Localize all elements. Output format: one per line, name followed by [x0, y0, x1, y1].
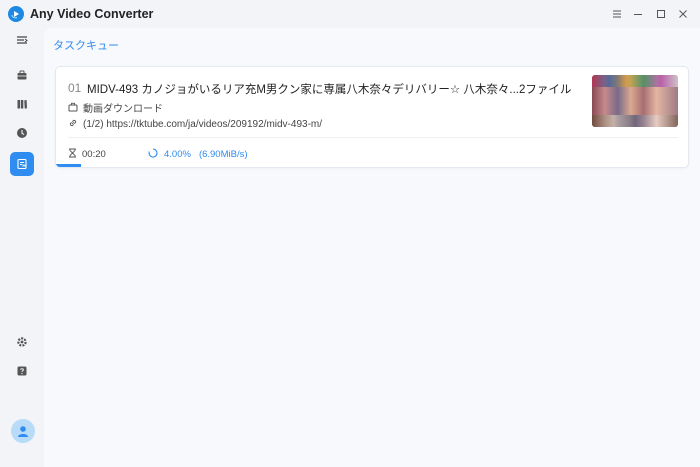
- progress-percent: 4.00%: [164, 148, 191, 160]
- spinner-icon: [148, 147, 158, 161]
- sidebar: [0, 28, 44, 467]
- link-icon: [68, 117, 78, 131]
- task-card[interactable]: 01 MIDV-493 カノジョがいるリア充M男クン家に専属八木奈々デリバリー☆…: [55, 66, 689, 168]
- task-index: 01: [68, 81, 82, 95]
- divider: [68, 137, 678, 138]
- toolbox-icon[interactable]: [10, 63, 34, 87]
- task-source-url: (1/2) https://tktube.com/ja/videos/20919…: [83, 118, 323, 130]
- download-queue-icon[interactable]: [10, 152, 34, 176]
- maximize-button[interactable]: [650, 3, 672, 25]
- help-icon[interactable]: [10, 359, 34, 383]
- briefcase-icon: [68, 101, 78, 115]
- user-avatar-icon[interactable]: [11, 419, 35, 443]
- tab-task-queue[interactable]: タスクキュー: [53, 37, 119, 53]
- progress-bar-fill: [56, 164, 82, 167]
- history-icon[interactable]: [10, 121, 34, 145]
- close-button[interactable]: [672, 3, 694, 25]
- task-type-row: 動画ダウンロード: [68, 100, 163, 115]
- settings-icon[interactable]: [10, 330, 34, 354]
- app-title: Any Video Converter: [30, 7, 154, 21]
- elapsed-time: 00:20: [82, 148, 106, 160]
- menu-toggle-icon[interactable]: [10, 28, 34, 52]
- download-speed: (6.90MiB/s): [198, 148, 248, 160]
- progress-info: 4.00% (6.90MiB/s): [148, 147, 248, 161]
- library-icon[interactable]: [10, 92, 34, 116]
- minimize-button[interactable]: [627, 3, 649, 25]
- menu-icon[interactable]: [606, 3, 628, 25]
- main-panel: タスクキュー 01 MIDV-493 カノジョがいるリア充M男クン家に専属八木奈…: [44, 28, 700, 467]
- task-title: MIDV-493 カノジョがいるリア充M男クン家に専属八木奈々デリバリー☆ 八木…: [87, 84, 572, 96]
- video-thumbnail: [592, 75, 678, 127]
- task-type-label: 動画ダウンロード: [83, 104, 163, 115]
- task-source-row: (1/2) https://tktube.com/ja/videos/20919…: [68, 117, 322, 131]
- progress-bar: [56, 164, 688, 167]
- elapsed-row: 00:20: [68, 147, 106, 161]
- app-logo-icon: [8, 6, 24, 22]
- hourglass-icon: [68, 147, 77, 161]
- title-bar: Any Video Converter: [0, 0, 700, 28]
